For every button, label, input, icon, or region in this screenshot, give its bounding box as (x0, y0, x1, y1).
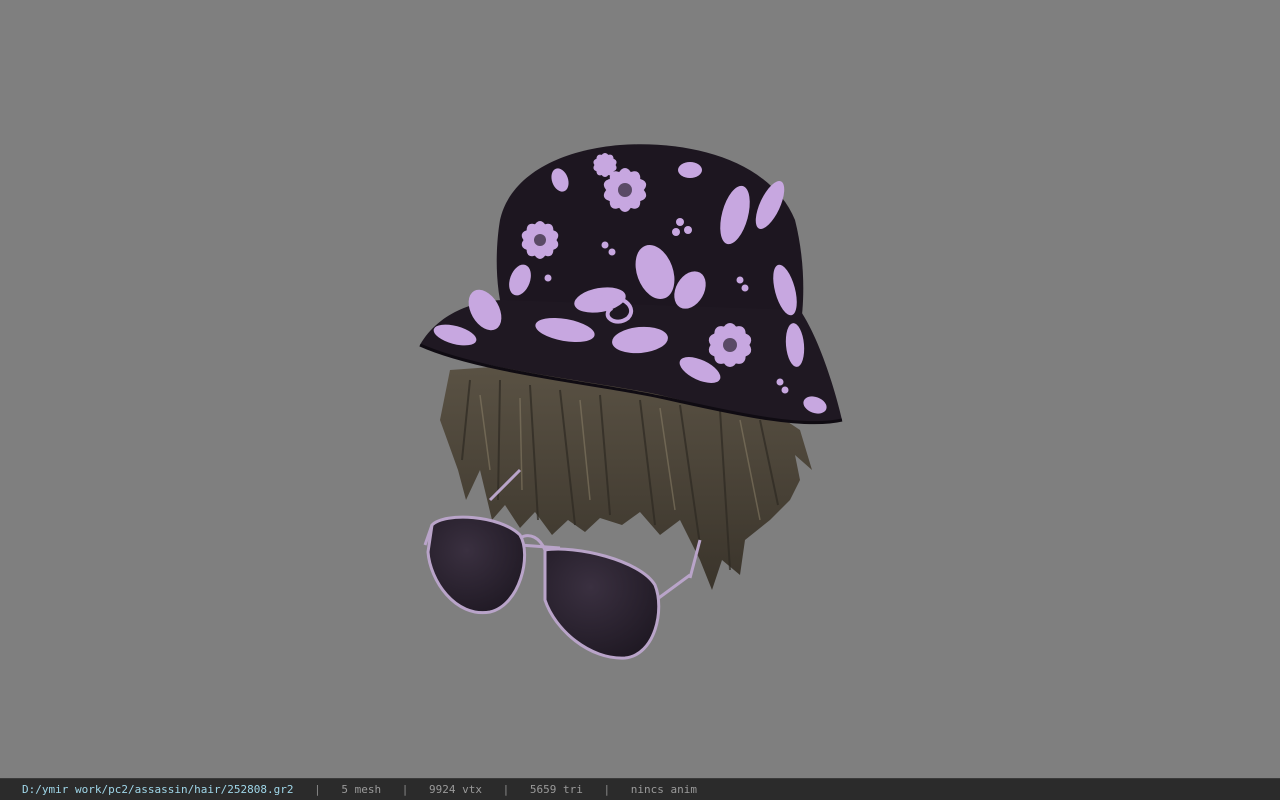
mesh-count: 5 mesh (341, 783, 382, 796)
status-bar: D:/ymir work/pc2/assassin/hair/252808.gr… (0, 778, 1280, 800)
separator: | (314, 783, 321, 796)
file-path: D:/ymir work/pc2/assassin/hair/252808.gr… (22, 783, 294, 796)
animation-status: nincs anim (630, 783, 697, 796)
separator: | (502, 783, 510, 796)
model-render (419, 144, 843, 660)
vertex-count: 9924 vtx (429, 783, 483, 796)
3d-viewport[interactable] (0, 0, 1280, 778)
triangle-count: 5659 tri (529, 783, 583, 796)
separator: | (401, 783, 409, 796)
separator: | (603, 783, 611, 796)
